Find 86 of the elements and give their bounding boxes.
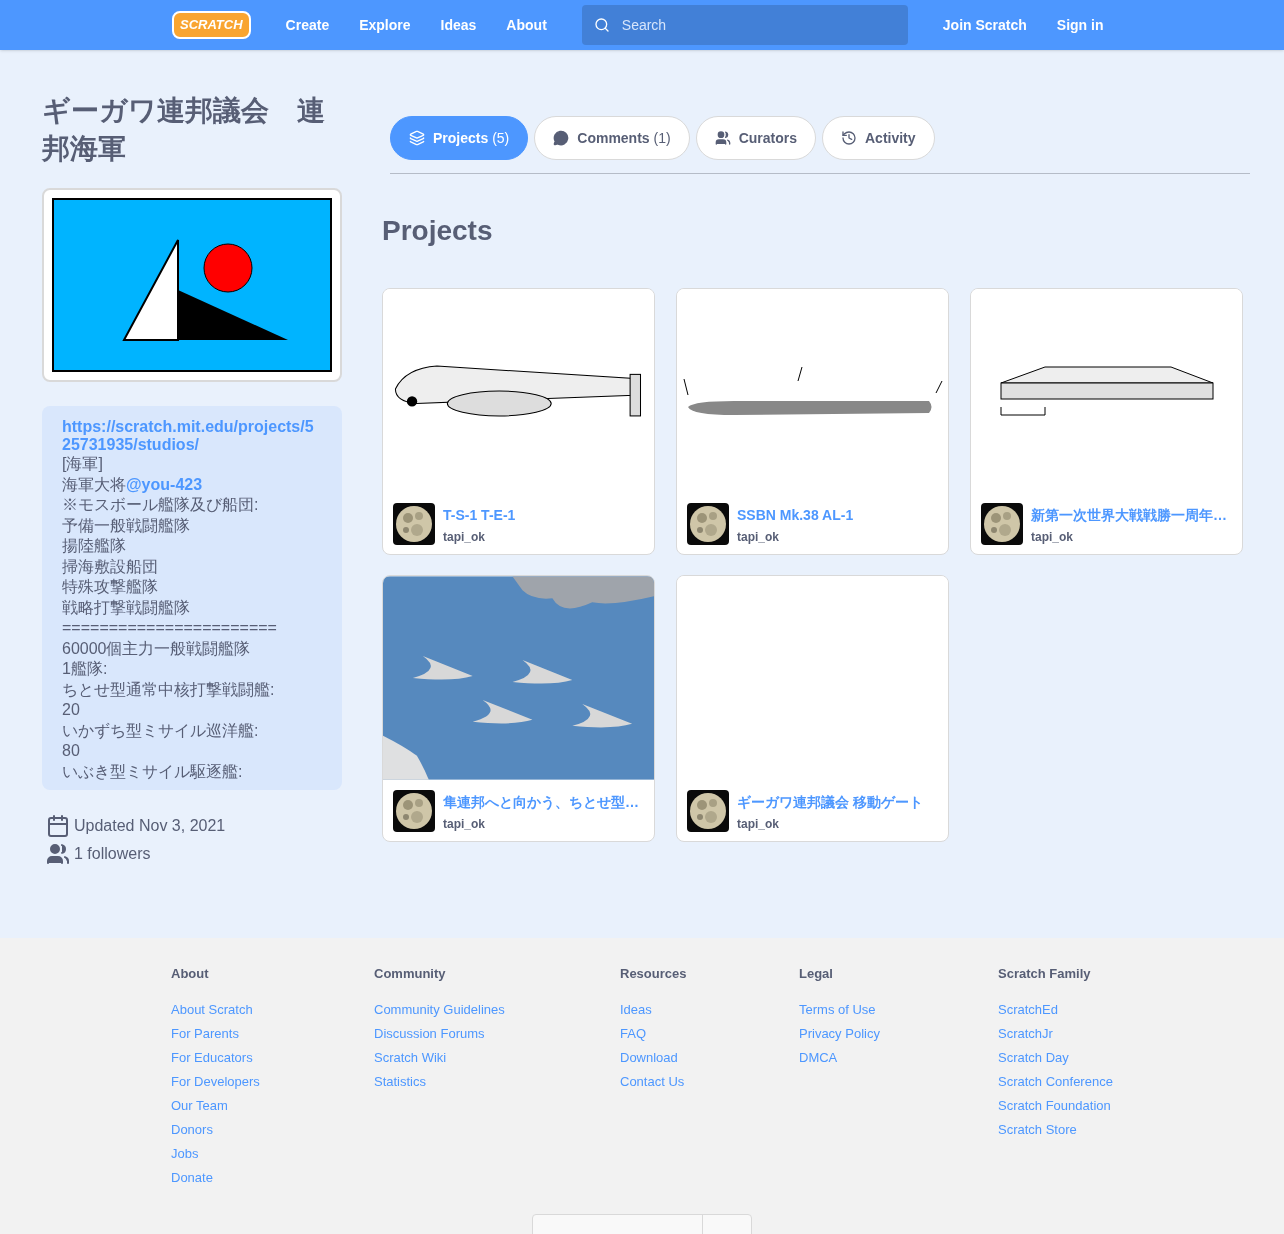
- footer-link[interactable]: About Scratch: [171, 997, 374, 1022]
- footer-link[interactable]: Download: [620, 1045, 799, 1070]
- footer-link[interactable]: Contact Us: [620, 1069, 799, 1094]
- calendar-icon: [46, 814, 70, 838]
- nav-link[interactable]: Join Scratch: [927, 15, 1042, 35]
- description-line: 1艦隊:: [62, 659, 109, 679]
- footer-link[interactable]: Jobs: [171, 1141, 374, 1166]
- nav-link[interactable]: Create: [270, 15, 345, 35]
- description-line: いかずち型ミサイル巡洋艦:: [62, 720, 260, 741]
- project-author[interactable]: tapi_ok: [737, 529, 854, 545]
- footer-link[interactable]: Scratch Conference: [998, 1069, 1198, 1094]
- description-link[interactable]: https://scratch.mit.edu/projects/525731935/studios/: [62, 418, 322, 454]
- footer-link[interactable]: Donors: [171, 1117, 374, 1142]
- footer-link[interactable]: Privacy Policy: [799, 1021, 998, 1046]
- footer-link[interactable]: Our Team: [171, 1093, 374, 1118]
- project-card[interactable]: T-S-1 T-E-1 tapi_ok: [382, 288, 655, 555]
- footer-link[interactable]: Community Guidelines: [374, 997, 620, 1022]
- search-field[interactable]: Search: [581, 5, 908, 45]
- description-line: 60000個主力一般戦闘艦隊: [62, 638, 252, 659]
- footer-link[interactable]: For Parents: [171, 1021, 374, 1046]
- history-icon: [841, 130, 857, 146]
- project-title[interactable]: 新第一次世界大戦戦勝一周年…: [1031, 505, 1227, 525]
- footer-link[interactable]: ScratchJr: [998, 1021, 1198, 1046]
- footer-link[interactable]: For Developers: [171, 1069, 374, 1094]
- section-heading: Projects: [382, 214, 494, 248]
- nav-link[interactable]: Sign in: [1041, 15, 1119, 35]
- footer-link[interactable]: Scratch Foundation: [998, 1093, 1198, 1118]
- project-card[interactable]: ギーガワ連邦議会 移動ゲート tapi_ok: [676, 575, 949, 842]
- followers-icon: [46, 842, 70, 866]
- projects-icon: [409, 130, 425, 146]
- project-title[interactable]: T-S-1 T-E-1: [443, 505, 516, 525]
- followers-count: 1 followers: [74, 844, 151, 864]
- project-author[interactable]: tapi_ok: [443, 529, 516, 545]
- footer-link[interactable]: FAQ: [620, 1021, 799, 1046]
- footer-link[interactable]: Statistics: [374, 1069, 620, 1094]
- footer-link[interactable]: Scratch Day: [998, 1045, 1198, 1070]
- description-line: 80: [62, 741, 81, 761]
- studio-title: ギーガワ連邦議会 連邦海軍: [42, 94, 326, 166]
- footer-heading: Community: [374, 965, 447, 983]
- footer-link[interactable]: Terms of Use: [799, 997, 998, 1022]
- description-line: =======================: [62, 618, 278, 638]
- project-card[interactable]: 新第一次世界大戦戦勝一周年… tapi_ok: [970, 288, 1243, 555]
- scratch-logo[interactable]: SCRATCH: [172, 11, 251, 39]
- search-icon: [593, 17, 610, 33]
- tab[interactable]: Comments (1): [534, 116, 690, 160]
- project-title[interactable]: 隼連邦へと向かう、ちとせ型…: [443, 792, 639, 812]
- description-line: ちとせ型通常中核打撃戦闘艦:: [62, 679, 276, 700]
- project-author[interactable]: tapi_ok: [1031, 529, 1227, 545]
- footer-link[interactable]: ScratchEd: [998, 997, 1198, 1022]
- footer-link[interactable]: For Educators: [171, 1045, 374, 1070]
- people-icon: [714, 130, 731, 146]
- description-line: 20: [62, 700, 81, 720]
- project-title[interactable]: SSBN Mk.38 AL-1: [737, 505, 854, 525]
- description-line: [海軍]: [62, 454, 104, 474]
- description-line: 掃海敷設船団: [62, 556, 159, 577]
- updated-date: Updated Nov 3, 2021: [74, 816, 226, 836]
- footer-link[interactable]: DMCA: [799, 1045, 998, 1070]
- footer-link[interactable]: Discussion Forums: [374, 1021, 620, 1046]
- footer-link[interactable]: Scratch Store: [998, 1117, 1198, 1142]
- project-card[interactable]: 隼連邦へと向かう、ちとせ型… tapi_ok: [382, 575, 655, 842]
- description-line: ※モスボール艦隊及び船団:: [62, 495, 260, 515]
- nav-link[interactable]: About: [491, 15, 562, 35]
- project-author[interactable]: tapi_ok: [443, 816, 639, 832]
- project-author[interactable]: tapi_ok: [737, 816, 923, 832]
- tab[interactable]: Curators: [695, 116, 816, 160]
- project-card[interactable]: SSBN Mk.38 AL-1 tapi_ok: [676, 288, 949, 555]
- project-title[interactable]: ギーガワ連邦議会 移動ゲート: [737, 792, 923, 812]
- footer-heading: Legal: [799, 965, 834, 983]
- speech-bubble-icon: [553, 130, 570, 146]
- footer-heading: Resources: [620, 965, 688, 983]
- footer-heading: About: [171, 965, 210, 983]
- description-line: 予備一般戦闘艦隊: [62, 515, 191, 536]
- tab[interactable]: Projects (5): [390, 116, 529, 160]
- footer-heading: Scratch Family: [998, 965, 1092, 983]
- description-line: 戦略打撃戦闘艦隊: [62, 597, 191, 618]
- description-line: 特殊攻撃艦隊: [62, 577, 159, 597]
- tab[interactable]: Activity: [822, 116, 935, 160]
- description-line: いぶき型ミサイル駆逐艦:: [62, 761, 244, 782]
- footer-link[interactable]: Ideas: [620, 997, 799, 1022]
- nav-link[interactable]: Explore: [344, 15, 426, 35]
- description-line: 海軍大将@you-423: [62, 474, 204, 495]
- footer-link[interactable]: Scratch Wiki: [374, 1045, 620, 1070]
- nav-link[interactable]: Ideas: [425, 15, 492, 35]
- mention-link[interactable]: @you-423: [126, 475, 203, 493]
- footer-link[interactable]: Donate: [171, 1165, 374, 1190]
- description-line: 揚陸艦隊: [62, 536, 127, 556]
